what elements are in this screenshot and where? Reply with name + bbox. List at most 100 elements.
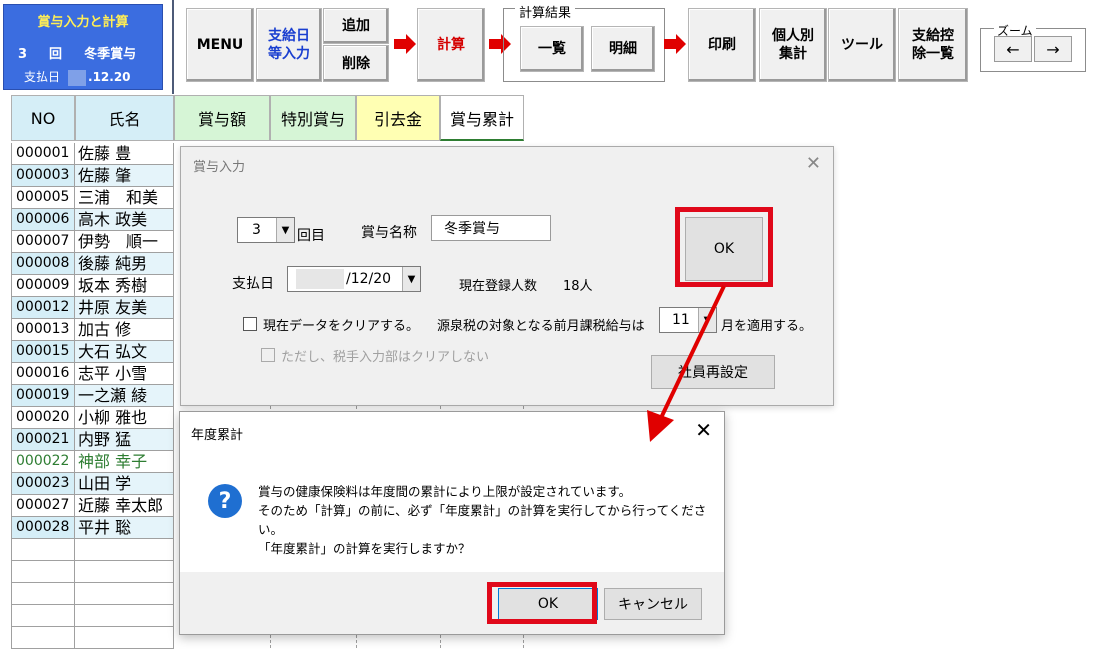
delete-button[interactable]: 削除 <box>323 45 389 82</box>
cell-name[interactable]: 井原 友美 <box>75 297 174 319</box>
calculate-button[interactable]: 計算 <box>417 8 485 82</box>
cell-no[interactable] <box>11 627 75 649</box>
header-bonus[interactable]: 賞与額 <box>174 95 270 141</box>
cell-no[interactable]: 000012 <box>11 297 75 319</box>
pay-date: 支払日 .12.20 <box>24 68 131 86</box>
cell-name[interactable]: 平井 聡 <box>75 517 174 539</box>
header-no[interactable]: NO <box>11 95 75 141</box>
menu-button[interactable]: MENU <box>186 8 254 82</box>
cell-no[interactable]: 000005 <box>11 187 75 209</box>
round-suffix: 回目 <box>297 228 325 244</box>
cell-name[interactable] <box>75 539 174 561</box>
cell-name[interactable]: 神部 幸子 <box>75 451 174 473</box>
cell-name[interactable]: 加古 修 <box>75 319 174 341</box>
cell-no[interactable] <box>11 539 75 561</box>
round-select[interactable]: 3 ▼ <box>237 217 295 243</box>
round-number: 3 <box>18 47 28 62</box>
message-line: 賞与の健康保険料は年度間の累計により上限が設定されています。 <box>258 484 632 499</box>
print-button[interactable]: 印刷 <box>688 8 756 82</box>
keep-manual-checkbox[interactable] <box>261 348 275 362</box>
tools-button[interactable]: ツール <box>828 8 896 82</box>
cell-no[interactable]: 000015 <box>11 341 75 363</box>
clear-data-checkbox[interactable] <box>243 317 257 331</box>
cell-no[interactable]: 000020 <box>11 407 75 429</box>
cell-no[interactable] <box>11 605 75 627</box>
chevron-down-icon[interactable]: ▼ <box>402 267 420 291</box>
dialog-message: 賞与の健康保険料は年度間の累計により上限が設定されています。 そのため「計算」の… <box>258 482 724 558</box>
zoom-in-button[interactable]: → <box>1034 36 1072 62</box>
bonus-name: 冬季賞与 <box>84 47 137 62</box>
cell-name[interactable]: 大石 弘文 <box>75 341 174 363</box>
cell-name[interactable]: 高木 政美 <box>75 209 174 231</box>
pay-date-label: 支払日 <box>232 276 274 292</box>
cell-name[interactable]: 伊勢 順一 <box>75 231 174 253</box>
cell-no[interactable] <box>11 583 75 605</box>
cell-name[interactable]: 小柳 雅也 <box>75 407 174 429</box>
cell-name[interactable]: 後藤 純男 <box>75 253 174 275</box>
question-icon: ? <box>208 484 242 518</box>
cell-no[interactable]: 000006 <box>11 209 75 231</box>
app-title: 賞与入力と計算 <box>37 15 129 30</box>
close-icon[interactable]: ✕ <box>806 153 821 174</box>
keep-manual-label: ただし、税手入力部はクリアしない <box>281 350 490 365</box>
cell-no[interactable]: 000027 <box>11 495 75 517</box>
cell-name[interactable] <box>75 561 174 583</box>
calc-result-label: 計算結果 <box>515 2 576 21</box>
date-mask <box>296 269 344 289</box>
cancel-button[interactable]: キャンセル <box>604 588 702 620</box>
arrow-right-icon <box>664 34 686 54</box>
cell-no[interactable]: 000008 <box>11 253 75 275</box>
cell-name[interactable]: 佐藤 肇 <box>75 165 174 187</box>
cell-no[interactable]: 000028 <box>11 517 75 539</box>
registered-count: 18人 <box>563 279 593 294</box>
cell-no[interactable]: 000021 <box>11 429 75 451</box>
annotation-arrow-icon <box>647 285 726 442</box>
cell-name[interactable]: 一之瀬 綾 <box>75 385 174 407</box>
cell-name[interactable]: 志平 小雪 <box>75 363 174 385</box>
cell-name[interactable]: 山田 学 <box>75 473 174 495</box>
deduction-list-button[interactable]: 支給控除一覧 <box>898 8 968 82</box>
cell-name[interactable]: 近藤 幸太郎 <box>75 495 174 517</box>
detail-button[interactable]: 明細 <box>591 26 655 72</box>
pay-date-label: 支払日 <box>24 70 61 84</box>
ok-highlight-frame <box>675 207 773 287</box>
cell-name[interactable] <box>75 605 174 627</box>
arrow-right-icon <box>394 34 416 54</box>
cell-name[interactable]: 三浦 和美 <box>75 187 174 209</box>
cell-no[interactable]: 000022 <box>11 451 75 473</box>
bonus-name-label: 賞与名称 <box>361 225 417 241</box>
title-panel: 賞与入力と計算 3 回 冬季賞与 支払日 .12.20 <box>3 4 163 90</box>
ok-highlight-frame <box>487 582 597 624</box>
message-line: そのため「計算」の前に、必ず「年度累計」の計算を実行してから行ってください。 <box>258 503 707 537</box>
chevron-down-icon[interactable]: ▼ <box>276 218 294 242</box>
cell-name[interactable]: 佐藤 豊 <box>75 143 174 165</box>
header-cumulative[interactable]: 賞与累計 <box>440 95 524 141</box>
zoom-out-button[interactable]: ← <box>994 36 1032 62</box>
cell-name[interactable]: 坂本 秀樹 <box>75 275 174 297</box>
message-line: 「年度累計」の計算を実行しますか？ <box>258 541 471 556</box>
list-button[interactable]: 一覧 <box>520 26 584 72</box>
pay-date-select[interactable]: /12/20 ▼ <box>287 266 421 292</box>
registered-label: 現在登録人数 <box>459 279 538 294</box>
header-deduction[interactable]: 引去金 <box>356 95 440 141</box>
cell-name[interactable] <box>75 627 174 649</box>
per-person-total-button[interactable]: 個人別集計 <box>759 8 827 82</box>
cell-no[interactable]: 000007 <box>11 231 75 253</box>
add-button[interactable]: 追加 <box>323 8 389 44</box>
cell-no[interactable]: 000009 <box>11 275 75 297</box>
cell-name[interactable]: 内野 猛 <box>75 429 174 451</box>
cell-no[interactable]: 000001 <box>11 143 75 165</box>
cell-name[interactable] <box>75 583 174 605</box>
cell-no[interactable] <box>11 561 75 583</box>
pay-date-entry-button[interactable]: 支給日等入力 <box>256 8 322 82</box>
header-name[interactable]: 氏名 <box>75 95 174 141</box>
cell-no[interactable]: 000019 <box>11 385 75 407</box>
cell-no[interactable]: 000023 <box>11 473 75 495</box>
withholding-label: 源泉税の対象となる前月課税給与は <box>437 319 645 334</box>
cell-no[interactable]: 000003 <box>11 165 75 187</box>
toolbar-separator <box>172 0 174 94</box>
bonus-name-input[interactable]: 冬季賞与 <box>431 215 551 241</box>
header-special-bonus[interactable]: 特別賞与 <box>270 95 356 141</box>
cell-no[interactable]: 000013 <box>11 319 75 341</box>
cell-no[interactable]: 000016 <box>11 363 75 385</box>
